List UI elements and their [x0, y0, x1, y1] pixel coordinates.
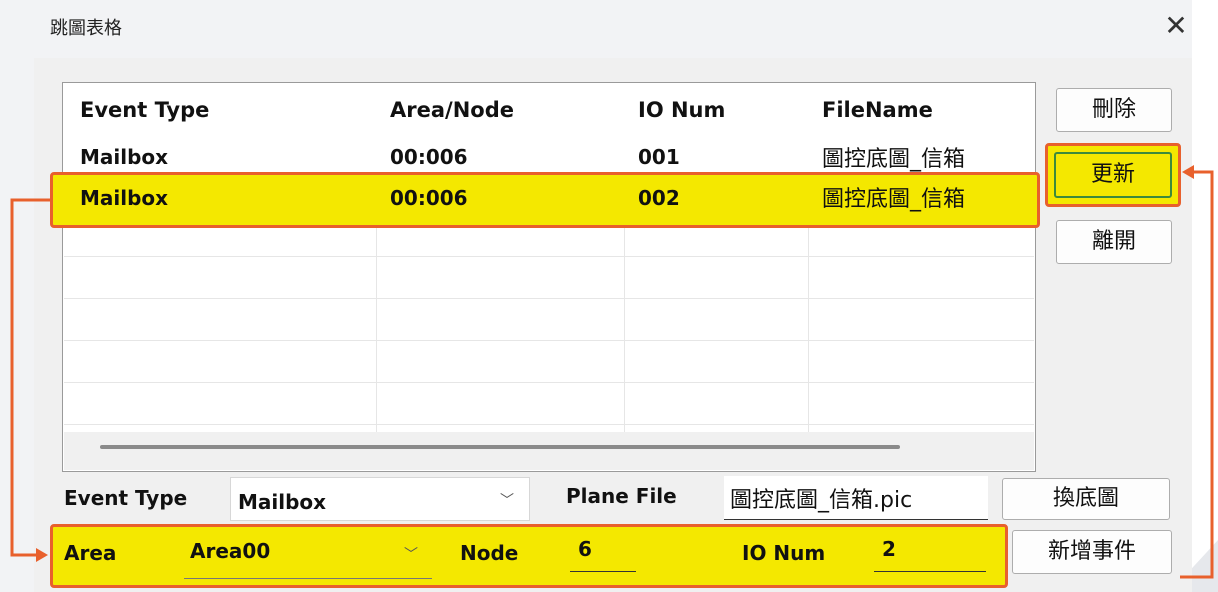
- close-icon[interactable]: ✕: [1158, 8, 1194, 44]
- horizontal-scrollbar[interactable]: [64, 432, 1034, 470]
- column-header-area-node[interactable]: Area/Node: [390, 98, 514, 122]
- column-header-io-num[interactable]: IO Num: [638, 98, 725, 122]
- grid-line: [64, 382, 1034, 383]
- table-cell: 002: [638, 186, 680, 210]
- area-value: Area00: [190, 539, 271, 563]
- column-header-event-type[interactable]: Event Type: [80, 98, 209, 122]
- table-cell: 001: [638, 145, 680, 169]
- table-cell: 00:006: [390, 186, 468, 210]
- add-event-button[interactable]: 新增事件: [1012, 530, 1172, 574]
- area-label: Area: [64, 541, 117, 565]
- window-title: 跳圖表格: [50, 18, 122, 39]
- table-cell: 00:006: [390, 145, 468, 169]
- table-cell: Mailbox: [80, 145, 169, 169]
- table-cell: Mailbox: [80, 186, 169, 210]
- column-header-filename[interactable]: FileName: [822, 98, 933, 122]
- event-type-value: Mailbox: [238, 490, 327, 514]
- grid-line: [376, 214, 377, 432]
- grid-line: [64, 298, 1034, 299]
- update-button[interactable]: 更新: [1054, 152, 1172, 198]
- table-cell: 圖控底圖_信箱: [822, 187, 966, 212]
- plane-file-value: 圖控底圖_信箱.pic: [730, 488, 913, 513]
- io-num-label: IO Num: [742, 541, 826, 565]
- io-num-value: 2: [882, 537, 896, 561]
- event-type-label: Event Type: [64, 486, 188, 510]
- grid-line: [624, 214, 625, 432]
- grid-line: [64, 424, 1034, 425]
- exit-button[interactable]: 離開: [1056, 220, 1172, 264]
- grid-line: [64, 340, 1034, 341]
- delete-button[interactable]: 刪除: [1056, 88, 1172, 132]
- grid-line: [808, 214, 809, 432]
- change-background-button[interactable]: 換底圖: [1002, 478, 1170, 520]
- node-value: 6: [578, 537, 592, 561]
- node-label: Node: [460, 541, 519, 565]
- table-cell: 圖控底圖_信箱: [822, 147, 966, 172]
- plane-file-label: Plane File: [566, 484, 677, 508]
- grid-line: [64, 256, 1034, 257]
- scrollbar-thumb[interactable]: [100, 445, 900, 449]
- title-bar: [34, 0, 1192, 58]
- chevron-down-icon[interactable]: ﹀: [500, 490, 514, 510]
- chevron-down-icon[interactable]: ﹀: [404, 544, 418, 564]
